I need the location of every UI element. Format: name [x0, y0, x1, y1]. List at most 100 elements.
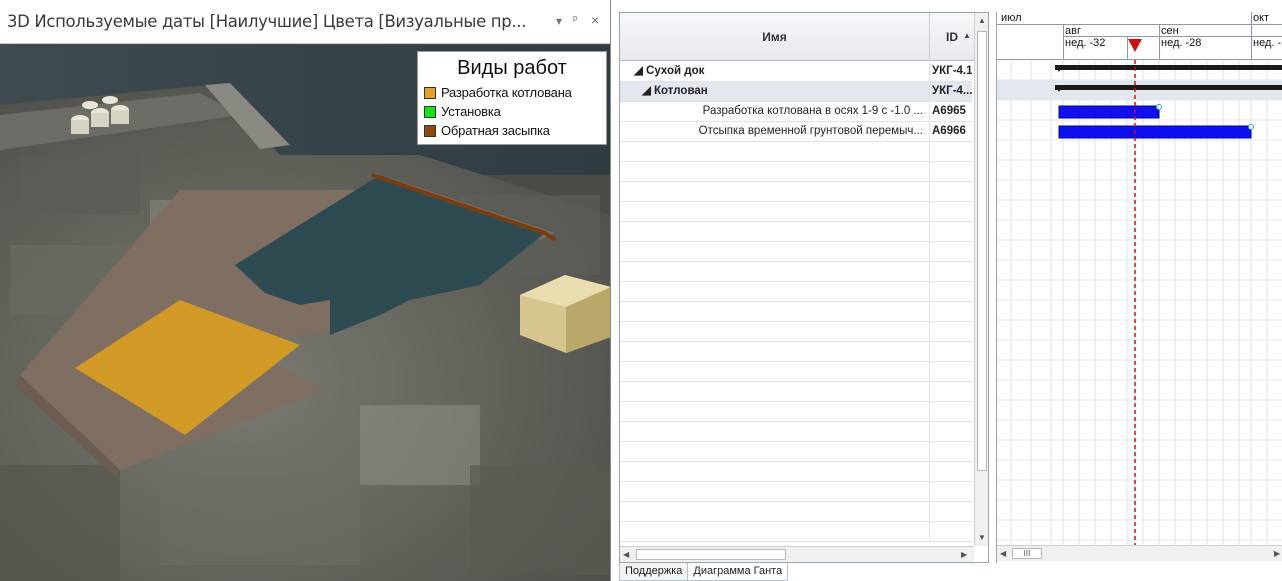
- scroll-thumb[interactable]: III: [1012, 548, 1042, 559]
- row-name-cell: [620, 282, 930, 302]
- empty-table-row[interactable]: [620, 522, 972, 542]
- row-id-cell: [932, 322, 972, 342]
- legend-label: Обратная засыпка: [441, 123, 550, 138]
- 3d-viewport-panel: 3D Используемые даты [Наилучшие] Цвета […: [0, 0, 611, 581]
- row-name-cell: [620, 382, 930, 402]
- scroll-up-icon[interactable]: ▲: [978, 16, 986, 25]
- row-id-cell: [932, 262, 972, 282]
- month-label: авг: [1065, 25, 1081, 37]
- row-name-cell: [620, 522, 930, 542]
- row-name-cell: Разработка котлована в осях 1-9 с -1.0 .…: [620, 102, 930, 122]
- legend-title: Виды работ: [457, 57, 567, 79]
- row-id-cell: [932, 302, 972, 322]
- table-row[interactable]: ◢ Сухой док УКГ-4.1: [620, 62, 972, 82]
- vertical-scrollbar[interactable]: ▲ ▼: [974, 13, 988, 546]
- scroll-thumb[interactable]: [977, 31, 987, 471]
- terrain-patch: [0, 465, 120, 581]
- scroll-left-icon[interactable]: ◀: [623, 550, 629, 559]
- empty-table-row[interactable]: [620, 222, 972, 242]
- empty-table-row[interactable]: [620, 282, 972, 302]
- gantt-body[interactable]: [997, 60, 1282, 545]
- app-window: 3D Используемые даты [Наилучшие] Цвета […: [0, 0, 1282, 581]
- row-id-cell: [932, 182, 972, 202]
- gantt-horizontal-scrollbar[interactable]: ◀ III ▶: [997, 545, 1282, 561]
- row-id-cell: [932, 162, 972, 182]
- row-id-cell: [932, 502, 972, 522]
- row-name-cell: [620, 242, 930, 262]
- task-bar-handle: [1248, 124, 1254, 130]
- empty-table-row[interactable]: [620, 322, 972, 342]
- empty-table-row[interactable]: [620, 362, 972, 382]
- horizontal-scrollbar[interactable]: ◀ ▶: [620, 546, 974, 562]
- row-id-cell: УКГ-4.1: [932, 65, 972, 77]
- empty-table-row[interactable]: [620, 462, 972, 482]
- empty-table-row[interactable]: [620, 422, 972, 442]
- row-name-cell: [620, 322, 930, 342]
- terrain-patch: [470, 465, 610, 575]
- legend-item: Обратная засыпка: [424, 121, 600, 140]
- tab-support[interactable]: Поддержка: [619, 563, 689, 581]
- legend-item: Разработка котлована: [424, 83, 600, 102]
- tab-gantt[interactable]: Диаграмма Ганта: [687, 563, 789, 581]
- empty-table-row[interactable]: [620, 202, 972, 222]
- empty-table-row[interactable]: [620, 182, 972, 202]
- timescale-divider: [1063, 24, 1064, 60]
- row-name-cell: [620, 182, 930, 202]
- empty-table-row[interactable]: [620, 402, 972, 422]
- row-id-cell: А6966: [932, 125, 966, 137]
- row-name-cell: [620, 222, 930, 242]
- row-name-cell: [620, 162, 930, 182]
- column-header-name[interactable]: Имя: [620, 13, 930, 61]
- empty-table-row[interactable]: [620, 382, 972, 402]
- table-row[interactable]: ◢ Котлован УКГ-4...: [620, 82, 972, 102]
- close-icon[interactable]: ×: [591, 12, 599, 28]
- row-id-cell: [932, 402, 972, 422]
- empty-table-row[interactable]: [620, 502, 972, 522]
- row-id-cell: [932, 442, 972, 462]
- row-name-cell: [620, 422, 930, 442]
- task-grid: Имя ID ▲ ◢ Сухой док УКГ-4.1 ◢ Котлован УКГ…: [619, 12, 989, 563]
- viewport-title: 3D Используемые даты [Наилучшие] Цвета […: [7, 12, 527, 31]
- row-name-cell: ◢ Сухой док: [620, 62, 930, 82]
- empty-table-row[interactable]: [620, 342, 972, 362]
- gantt-timescale: июл авг сен окт нед. -32 нед. -28 нед. -: [997, 12, 1282, 60]
- row-name-cell: Отсыпка временной грунтовой перемыч...: [620, 122, 930, 142]
- pin-icon[interactable]: ᵖ: [573, 14, 577, 26]
- sort-arrow-icon: ▲: [963, 31, 971, 40]
- empty-table-row[interactable]: [620, 302, 972, 322]
- empty-table-row[interactable]: [620, 142, 972, 162]
- empty-table-row[interactable]: [620, 442, 972, 462]
- table-row[interactable]: Отсыпка временной грунтовой перемыч... А6…: [620, 122, 972, 142]
- row-id-cell: [932, 482, 972, 502]
- month-label: окт: [1253, 12, 1270, 24]
- viewport-header: 3D Используемые даты [Наилучшие] Цвета […: [0, 0, 610, 44]
- timescale-divider: [1159, 24, 1160, 60]
- scroll-left-icon[interactable]: ◀: [1000, 549, 1006, 558]
- bottom-tabs: Поддержка Диаграмма Ганта: [619, 563, 789, 581]
- empty-table-row[interactable]: [620, 262, 972, 282]
- row-id-cell: [932, 462, 972, 482]
- table-row[interactable]: Разработка котлована в осях 1-9 с -1.0 .…: [620, 102, 972, 122]
- empty-table-row[interactable]: [620, 482, 972, 502]
- row-id-cell: [932, 422, 972, 442]
- summary-bar-dock: [1055, 65, 1282, 70]
- empty-table-row[interactable]: [620, 162, 972, 182]
- row-id-cell: А6965: [932, 105, 966, 117]
- legend: Виды работ Разработка котлована Установк…: [417, 51, 607, 145]
- task-bar-handle: [1156, 104, 1162, 110]
- empty-table-row[interactable]: [620, 242, 972, 262]
- row-name-cell: [620, 202, 930, 222]
- current-date-marker: [1128, 39, 1142, 52]
- legend-swatch-excavation: [424, 86, 436, 99]
- scroll-down-icon[interactable]: ▼: [978, 533, 986, 542]
- legend-swatch-installation: [424, 105, 436, 118]
- scroll-right-icon[interactable]: ▶: [961, 550, 967, 559]
- dropdown-arrow-icon[interactable]: ▾: [556, 14, 562, 28]
- summary-bar-pit: [1055, 85, 1282, 90]
- row-name-cell: [620, 142, 930, 162]
- terrain-patch: [160, 475, 360, 565]
- month-label: июл: [1001, 12, 1022, 24]
- scroll-thumb[interactable]: [636, 549, 786, 560]
- legend-item: Установка: [424, 102, 600, 121]
- scroll-right-icon[interactable]: ▶: [1274, 549, 1280, 558]
